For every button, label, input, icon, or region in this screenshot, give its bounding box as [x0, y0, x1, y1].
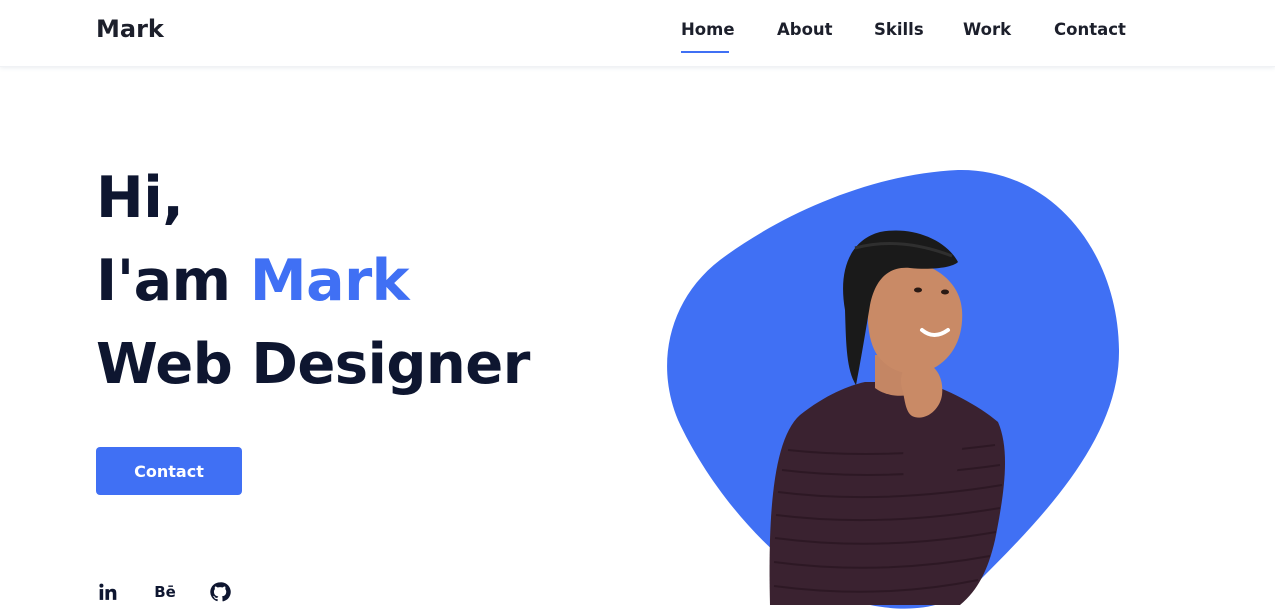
hero-name: Mark [249, 248, 410, 314]
nav-contact[interactable]: Contact [1054, 20, 1126, 54]
linkedin-icon[interactable] [96, 580, 120, 604]
portrait-illustration [667, 169, 1120, 609]
nav-work[interactable]: Work [963, 20, 1011, 54]
hero-intro-prefix: I'am [96, 248, 231, 314]
nav-home[interactable]: Home [681, 20, 735, 54]
site-header: Mark Home About Skills Work Contact [0, 0, 1275, 67]
hero-portrait [660, 160, 1130, 615]
logo[interactable]: Mark [96, 15, 164, 43]
nav-about[interactable]: About [777, 20, 833, 54]
person-torso [769, 382, 1006, 605]
behance-icon[interactable]: Bē [152, 580, 178, 604]
contact-button[interactable]: Contact [96, 447, 242, 495]
github-icon[interactable] [208, 580, 232, 604]
hero-intro: I'am Mark [96, 253, 410, 310]
hero-role: Web Designer [96, 332, 530, 397]
nav-skills[interactable]: Skills [874, 20, 924, 54]
hero-greeting: Hi, [96, 165, 184, 231]
